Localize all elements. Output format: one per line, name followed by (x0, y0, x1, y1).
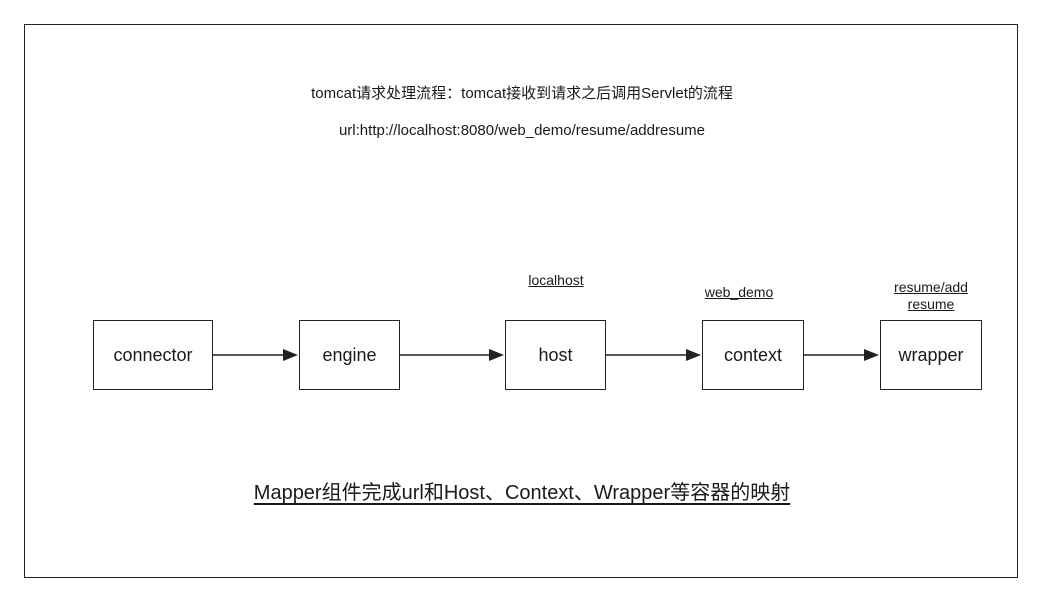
arrow-connector-engine (213, 349, 298, 361)
mapper-note-text: Mapper组件完成url和Host、Context、Wrapper等容器的映射 (253, 482, 791, 504)
arrow-engine-host (400, 349, 504, 361)
mapper-note: Mapper组件完成url和Host、Context、Wrapper等容器的映射 (0, 476, 1044, 505)
arrow-host-context (606, 349, 701, 361)
arrow-context-wrapper (804, 349, 879, 361)
arrows-layer (213, 349, 879, 361)
